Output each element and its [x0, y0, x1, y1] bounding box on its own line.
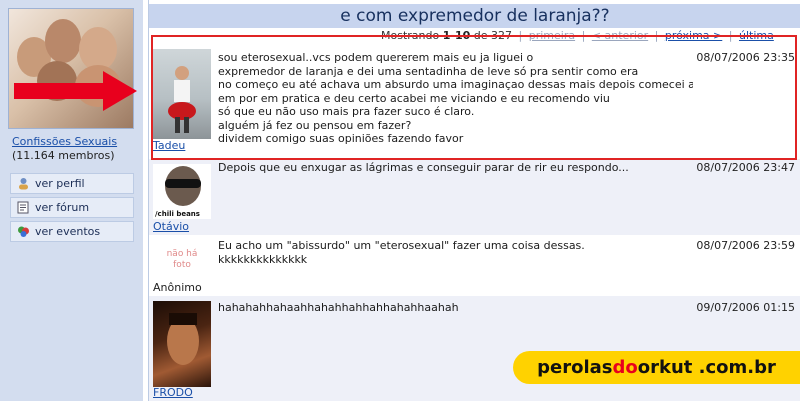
post-timestamp: 09/07/2006 01:15	[696, 301, 795, 314]
red-arrow-annotation	[14, 83, 104, 99]
watermark-text-3: orkut .com.br	[637, 357, 776, 378]
view-forum-label: ver fórum	[35, 201, 90, 214]
author-avatar[interactable]	[153, 301, 211, 387]
forum-topic-panel: e com expremedor de laranja?? Mostrando …	[148, 0, 800, 401]
author-name-link[interactable]: Otávio	[153, 220, 189, 233]
forum-icon	[16, 201, 30, 215]
forum-post: FRODO hahahahhahaahhahahhahhahhahahhaaha…	[149, 296, 800, 401]
events-icon	[16, 225, 30, 239]
forum-post: não há foto Anônimo Eu acho um "abissurd…	[149, 235, 800, 296]
author-avatar[interactable]: /chili beans	[153, 164, 211, 219]
watermark-text-1: perolas	[537, 357, 613, 378]
member-count: (11.164 membros)	[12, 149, 115, 162]
avatar-caption: não há foto	[166, 249, 198, 270]
post-line: Eu acho um "abissurdo" um "eterosexual" …	[218, 239, 585, 252]
avatar-caption: /chili beans	[155, 210, 200, 218]
post-text: Eu acho um "abissurdo" um "eterosexual" …	[218, 239, 693, 266]
community-sidebar: Confissões Sexuais (11.164 membros) ver …	[0, 0, 143, 401]
topic-title: e com expremedor de laranja??	[149, 4, 800, 28]
view-forum-button[interactable]: ver fórum	[10, 197, 134, 218]
community-action-menu: ver perfil ver fórum ver eventos	[10, 173, 134, 245]
view-profile-label: ver perfil	[35, 177, 85, 190]
post-timestamp: 08/07/2006 23:59	[696, 239, 795, 252]
watermark-text-2: do	[612, 357, 638, 378]
user-icon	[16, 177, 30, 191]
view-events-button[interactable]: ver eventos	[10, 221, 134, 242]
site-watermark: perolas do orkut .com.br	[513, 351, 800, 384]
author-name-link[interactable]: FRODO	[153, 386, 193, 399]
view-profile-button[interactable]: ver perfil	[10, 173, 134, 194]
post-text: hahahahhahaahhahahhahhahhahahhaahah	[218, 301, 693, 315]
post-text: Depois que eu enxugar as lágrimas e cons…	[218, 161, 693, 175]
post-timestamp: 08/07/2006 23:47	[696, 161, 795, 174]
view-events-label: ver eventos	[35, 225, 101, 238]
post-line: hahahahhahaahhahahhahhahhahahhaahah	[218, 301, 459, 314]
no-photo-placeholder[interactable]: não há foto	[153, 240, 211, 280]
red-arrow-head	[103, 71, 137, 111]
post-line: kkkkkkkkkkkkkk	[218, 252, 308, 266]
community-name-link[interactable]: Confissões Sexuais	[12, 135, 117, 148]
post-line: Depois que eu enxugar as lágrimas e cons…	[218, 161, 629, 174]
red-highlight-box	[151, 35, 797, 160]
forum-post: /chili beans Otávio Depois que eu enxuga…	[149, 159, 800, 235]
author-name: Anônimo	[153, 281, 202, 294]
